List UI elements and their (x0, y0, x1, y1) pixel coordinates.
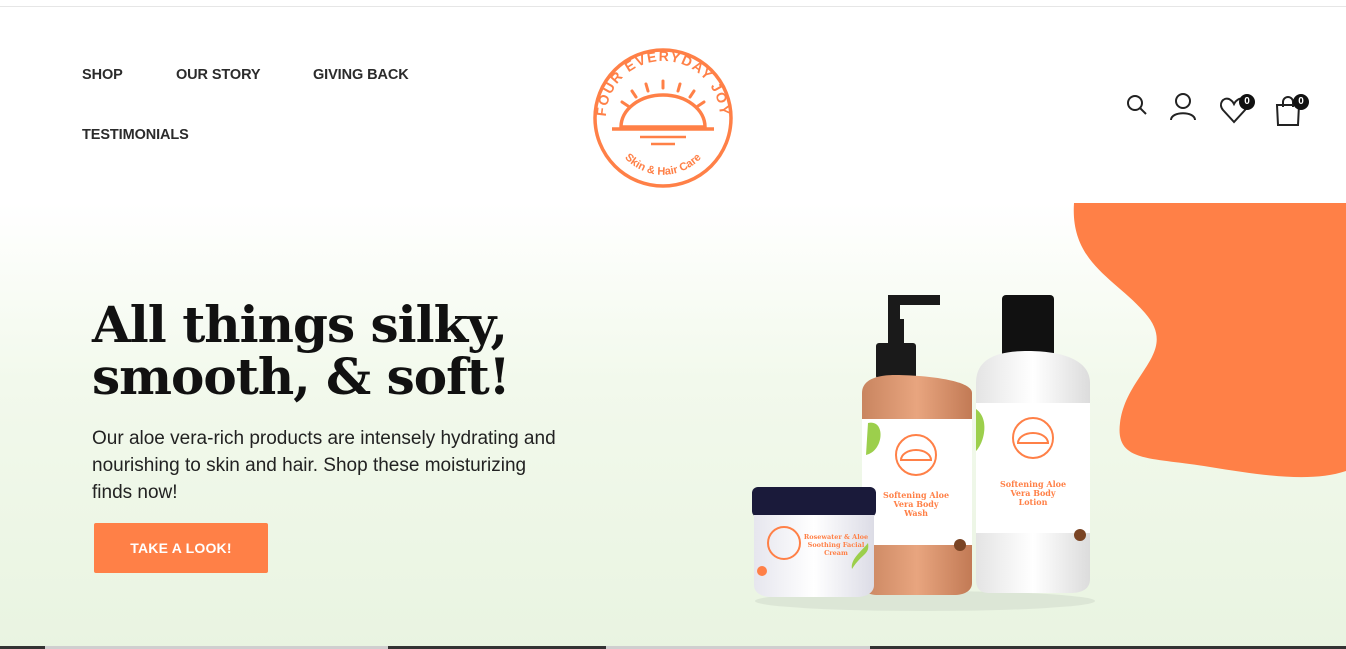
logo-sub-text: Skin & Hair Care (622, 151, 703, 178)
svg-text:Soothing Facial: Soothing Facial (808, 541, 865, 549)
hero-subtext: Our aloe vera-rich products are intensel… (92, 428, 556, 503)
svg-text:Skin & Hair Care: Skin & Hair Care (622, 151, 703, 178)
wishlist-button[interactable]: 0 (1219, 91, 1259, 127)
hero-headline: All things silky, smooth, & soft! (92, 299, 612, 403)
take-a-look-button[interactable]: TAKE A LOOK! (94, 523, 268, 573)
nav-testimonials[interactable]: TESTIMONIALS (82, 127, 189, 143)
brand-logo[interactable]: FOUR EVERYDAY JOY Skin & Hair Care (588, 43, 738, 189)
hero-banner: All things silky, smooth, & soft! Our al… (0, 203, 1346, 649)
nav-our-story[interactable]: OUR STORY (176, 67, 261, 83)
cart-count-badge: 0 (1293, 94, 1309, 110)
search-icon[interactable] (1125, 93, 1149, 122)
nav-shop[interactable]: SHOP (82, 67, 123, 83)
svg-text:Cream: Cream (824, 549, 848, 557)
nav-giving-back[interactable]: GIVING BACK (313, 67, 409, 83)
hero-headline-line-1: All things silky, (92, 295, 508, 354)
hero-headline-line-2: smooth, & soft! (92, 347, 511, 406)
svg-text:Rosewater & Aloe: Rosewater & Aloe (804, 533, 868, 541)
wishlist-count-badge: 0 (1239, 94, 1255, 110)
user-icon[interactable] (1168, 91, 1198, 126)
svg-text:Lotion: Lotion (1019, 497, 1048, 507)
cart-button[interactable]: 0 (1274, 91, 1314, 129)
product-image: Softening Aloe Vera Body Lotion Softenin… (752, 295, 1095, 611)
site-header: SHOP OUR STORY GIVING BACK TESTIMONIALS … (0, 7, 1346, 203)
svg-text:Wash: Wash (903, 508, 928, 518)
